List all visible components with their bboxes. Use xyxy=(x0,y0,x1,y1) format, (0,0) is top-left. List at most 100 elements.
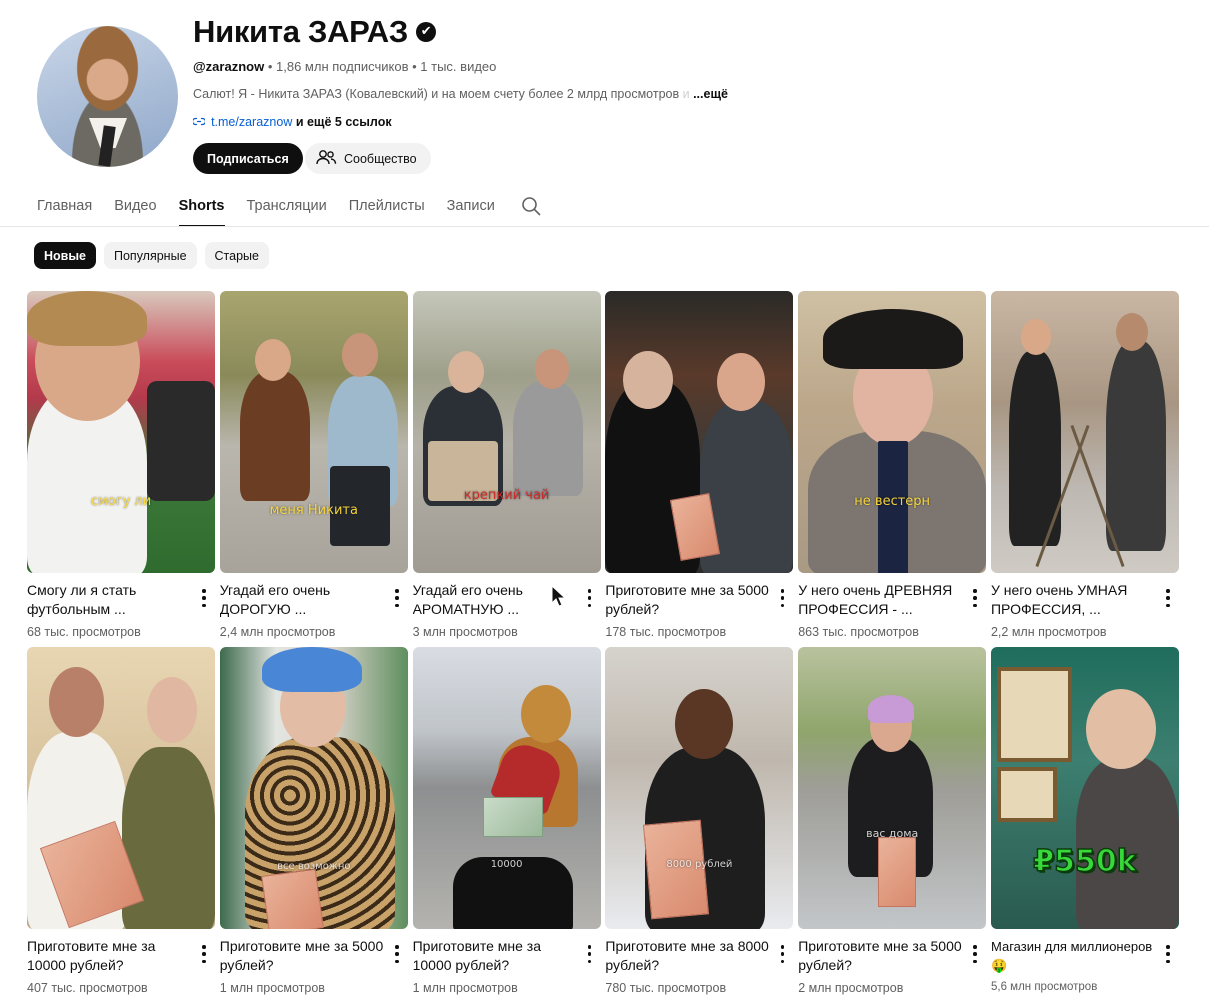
short-title[interactable]: Приготовите мне за 5000 рублей? xyxy=(798,937,963,975)
short-card[interactable]: крепкий чай Угадай его очень АРОМАТНУЮ .… xyxy=(412,291,601,647)
thumbnail-caption: меня Никита xyxy=(269,502,358,518)
thumbnail-caption: ₽550k xyxy=(1033,844,1138,881)
short-card[interactable]: ₽550k Магазин для миллионеров 🤑 5,6 млн … xyxy=(990,647,1179,1000)
chip-popular[interactable]: Популярные xyxy=(103,242,197,269)
subscriber-count: 1,86 млн подписчиков xyxy=(276,59,409,74)
short-card[interactable]: вас дома Приготовите мне за 5000 рублей?… xyxy=(798,647,987,1000)
short-views: 780 тыс. просмотров xyxy=(605,981,727,995)
description-text: Салют! Я - Никита ЗАРАЗ (Ковалевский) и … xyxy=(193,87,680,101)
short-title[interactable]: Приготовите мне за 10000 рублей? xyxy=(413,937,578,975)
verified-icon: ✔ xyxy=(416,22,437,42)
chip-newest[interactable]: Новые xyxy=(34,242,96,269)
meta-separator: • xyxy=(412,59,417,74)
tabs-divider xyxy=(0,226,1209,227)
short-views: 2,4 млн просмотров xyxy=(219,625,336,639)
tab-posts[interactable]: Записи xyxy=(447,190,495,227)
short-card[interactable]: 10000 Приготовите мне за 10000 рублей? 1… xyxy=(412,647,601,1000)
channel-tabs: Главная Видео Shorts Трансляции Плейлист… xyxy=(37,190,541,227)
short-title[interactable]: Угадай его очень ДОРОГУЮ ... xyxy=(220,581,385,619)
short-thumbnail[interactable]: не вестерн xyxy=(798,291,987,573)
more-vert-icon[interactable] xyxy=(972,589,978,607)
shorts-grid: смогу ли Смогу ли я стать футбольным ...… xyxy=(27,291,1179,1000)
subscribe-button[interactable]: Подписаться xyxy=(193,143,303,174)
more-vert-icon[interactable] xyxy=(1165,589,1171,607)
short-thumbnail[interactable]: 8000 рублей xyxy=(605,647,794,929)
description-more-link[interactable]: ...ещё xyxy=(693,87,728,101)
short-views: 863 тыс. просмотров xyxy=(798,625,919,639)
description-fade: и xyxy=(679,87,690,101)
short-thumbnail[interactable]: смогу ли xyxy=(27,291,215,573)
more-vert-icon[interactable] xyxy=(201,945,207,963)
short-card[interactable]: 8000 рублей Приготовите мне за 8000 рубл… xyxy=(605,647,794,1000)
channel-meta: @zaraznow • 1,86 млн подписчиков • 1 тыс… xyxy=(193,59,496,74)
tab-shorts[interactable]: Shorts xyxy=(178,190,225,227)
short-views: 407 тыс. просмотров xyxy=(27,981,148,995)
short-thumbnail[interactable]: 10000 xyxy=(412,647,601,929)
more-vert-icon[interactable] xyxy=(394,945,400,963)
link-icon xyxy=(191,117,208,129)
more-vert-icon[interactable] xyxy=(201,589,207,607)
thumbnail-caption: вас дома xyxy=(866,827,919,841)
more-vert-icon[interactable] xyxy=(972,945,978,963)
tab-videos[interactable]: Видео xyxy=(114,190,156,227)
community-label: Сообщество xyxy=(344,151,417,166)
short-thumbnail[interactable] xyxy=(27,647,215,929)
short-card[interactable]: меня Никита Угадай его очень ДОРОГУЮ ...… xyxy=(219,291,408,647)
thumbnail-caption: смогу ли xyxy=(90,494,152,510)
short-thumbnail[interactable]: меня Никита xyxy=(219,291,408,573)
short-card[interactable]: Приготовите мне за 10000 рублей? 407 тыс… xyxy=(27,647,215,1000)
channel-avatar[interactable] xyxy=(37,26,178,167)
thumbnail-caption: все возможно xyxy=(277,861,351,873)
tab-playlists[interactable]: Плейлисты xyxy=(349,190,425,227)
people-icon xyxy=(315,149,337,168)
short-card[interactable]: смогу ли Смогу ли я стать футбольным ...… xyxy=(27,291,215,647)
community-button[interactable]: Сообщество xyxy=(305,143,431,174)
short-thumbnail[interactable] xyxy=(605,291,794,573)
short-views: 68 тыс. просмотров xyxy=(27,625,141,639)
thumbnail-caption: крепкий чай xyxy=(463,488,550,504)
short-title[interactable]: Приготовите мне за 5000 рублей? xyxy=(220,937,385,975)
thumbnail-caption: 10000 xyxy=(490,858,523,870)
channel-handle: @zaraznow xyxy=(193,59,265,74)
channel-description[interactable]: Салют! Я - Никита ЗАРАЗ (Ковалевский) и … xyxy=(193,87,728,101)
short-thumbnail[interactable] xyxy=(990,291,1179,573)
more-vert-icon[interactable] xyxy=(587,589,593,607)
more-vert-icon[interactable] xyxy=(779,945,785,963)
more-vert-icon[interactable] xyxy=(587,945,593,963)
tab-home[interactable]: Главная xyxy=(37,190,92,227)
tab-live[interactable]: Трансляции xyxy=(247,190,327,227)
short-thumbnail[interactable]: вас дома xyxy=(798,647,987,929)
short-card[interactable]: все возможно Приготовите мне за 5000 руб… xyxy=(219,647,408,1000)
short-title[interactable]: Магазин для миллионеров 🤑 xyxy=(991,937,1156,975)
short-views: 2,2 млн просмотров xyxy=(990,625,1107,639)
short-title[interactable]: Смогу ли я стать футбольным ... xyxy=(27,581,192,619)
more-vert-icon[interactable] xyxy=(1165,945,1171,963)
short-thumbnail[interactable]: ₽550k xyxy=(990,647,1179,929)
short-title[interactable]: Приготовите мне за 8000 рублей? xyxy=(605,937,770,975)
short-views: 1 млн просмотров xyxy=(412,981,518,995)
short-thumbnail[interactable]: крепкий чай xyxy=(412,291,601,573)
channel-name: Никита ЗАРАЗ ✔ xyxy=(193,14,437,50)
short-views: 3 млн просмотров xyxy=(412,625,518,639)
video-count: 1 тыс. видео xyxy=(420,59,497,74)
short-card[interactable]: Приготовите мне за 5000 рублей? 178 тыс.… xyxy=(605,291,794,647)
short-thumbnail[interactable]: все возможно xyxy=(219,647,408,929)
short-views: 2 млн просмотров xyxy=(798,981,904,995)
thumbnail-caption: 8000 рублей xyxy=(666,858,733,870)
short-title[interactable]: Приготовите мне за 10000 рублей? xyxy=(27,937,192,975)
short-views: 178 тыс. просмотров xyxy=(605,625,727,639)
short-card[interactable]: не вестерн У него очень ДРЕВНЯЯ ПРОФЕССИ… xyxy=(798,291,987,647)
short-title[interactable]: У него очень УМНАЯ ПРОФЕССИЯ, ... xyxy=(991,581,1156,619)
more-vert-icon[interactable] xyxy=(779,589,785,607)
more-vert-icon[interactable] xyxy=(394,589,400,607)
short-card[interactable]: У него очень УМНАЯ ПРОФЕССИЯ, ... 2,2 мл… xyxy=(990,291,1179,647)
short-views: 5,6 млн просмотров xyxy=(990,981,1098,993)
chip-oldest[interactable]: Старые xyxy=(204,242,269,269)
short-title[interactable]: У него очень ДРЕВНЯЯ ПРОФЕССИЯ - ... xyxy=(798,581,963,619)
short-title[interactable]: Приготовите мне за 5000 рублей? xyxy=(605,581,770,619)
meta-separator: • xyxy=(267,59,273,74)
more-links[interactable]: и ещё 5 ссылок xyxy=(296,115,392,129)
search-icon[interactable] xyxy=(521,190,541,222)
thumbnail-caption: не вестерн xyxy=(854,494,931,510)
telegram-link[interactable]: t.me/zaraznow xyxy=(211,115,292,129)
